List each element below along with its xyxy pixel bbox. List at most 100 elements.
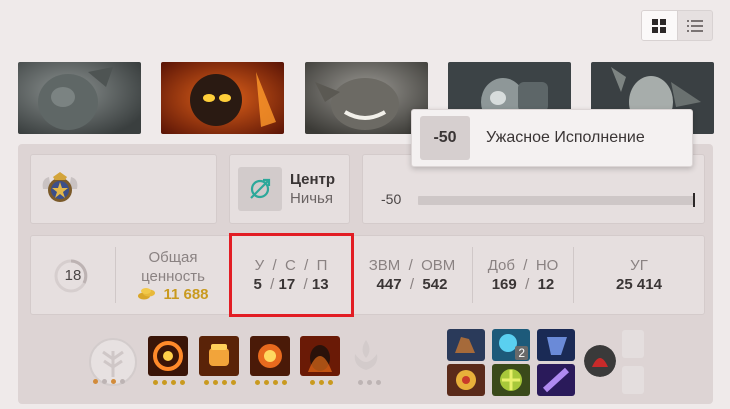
rank-card: [30, 154, 217, 224]
item-slot-1[interactable]: [447, 329, 485, 361]
hero-portrait-3[interactable]: [305, 62, 428, 134]
net-worth-value: 11 688: [163, 285, 209, 303]
item-slot-2[interactable]: 2: [492, 329, 530, 361]
hero-portrait-2[interactable]: [161, 62, 284, 134]
level-dot: [231, 380, 236, 385]
lane-text: Центр Ничья: [290, 170, 335, 208]
deaths-value: 17: [278, 276, 296, 293]
net-worth-label-line2: ценность: [141, 267, 205, 285]
talent-dot: [120, 379, 125, 384]
lh-dn-stat: Доб / НО 169 / 12: [473, 256, 573, 294]
level-dot: [255, 380, 260, 385]
talent-dot: [93, 379, 98, 384]
kda-label-sep-2: /: [304, 257, 309, 274]
death-label: С: [284, 257, 296, 274]
assists-value: 13: [311, 276, 329, 293]
ability-icon-1[interactable]: [148, 336, 188, 376]
last-hits-label: Доб: [487, 257, 515, 274]
item-slot-3[interactable]: [537, 329, 575, 361]
xpm-gpm-stat: ЗВМ / ОВМ 447 / 542: [352, 256, 472, 294]
level-dot: [328, 380, 333, 385]
grid-icon: [652, 18, 667, 33]
level-dot: [153, 380, 158, 385]
hero-damage-value: 25 414: [616, 276, 662, 293]
item-charges-badge: 2: [515, 346, 528, 360]
xpm-value: 447: [376, 276, 402, 293]
level-dot: [204, 380, 209, 385]
last-hits-value: 169: [491, 276, 517, 293]
lane-title: Центр: [290, 171, 336, 188]
item-slot-5[interactable]: [492, 364, 530, 396]
kda-stat: У / С / П 5 / 17 / 13: [231, 256, 351, 294]
kda-label-sep-1: /: [272, 257, 277, 274]
lh-dn-label-sep: /: [523, 257, 528, 274]
kda-values: 5 / 17 / 13: [253, 275, 328, 294]
level-dot: [222, 380, 227, 385]
lane-target-icon: [250, 178, 271, 199]
kda-value-sep-1: /: [270, 276, 275, 293]
level-dot: [376, 380, 381, 385]
ability-2-level-dots: [204, 380, 236, 385]
denies-value: 12: [537, 276, 555, 293]
talent-dot: [111, 379, 116, 384]
performance-score-value: -50: [381, 191, 402, 207]
net-worth-row: 11 688: [137, 285, 209, 303]
kda-labels: У / С / П: [255, 256, 328, 275]
neutral-item-slot[interactable]: [584, 345, 616, 377]
stats-row: 18 Общая ценность 11 688 У / С / П 5 / 1…: [30, 235, 705, 315]
xpm-gpm-label-sep: /: [408, 257, 413, 274]
ability-icon-2[interactable]: [199, 336, 239, 376]
empty-slot: [622, 366, 644, 394]
hero-portrait-1[interactable]: [18, 62, 141, 134]
list-view-button[interactable]: [678, 11, 713, 40]
talent-dots: [93, 379, 125, 384]
net-worth-stat: Общая ценность 11 688: [116, 248, 230, 303]
level-dot: [162, 380, 167, 385]
lh-dn-values: 169 / 12: [492, 275, 555, 294]
hero-damage-label: УГ: [630, 257, 648, 274]
tooltip-performance-text: Ужасное Исполнение: [486, 129, 645, 146]
view-toggle: [641, 10, 713, 41]
level-dot: [264, 380, 269, 385]
ability-4-level-dots: [310, 380, 333, 385]
xpm-gpm-value-sep: /: [409, 276, 415, 293]
level-stat: 18: [31, 259, 115, 293]
ability-icon-3[interactable]: [250, 336, 290, 376]
kills-value: 5: [253, 276, 262, 293]
xpm-gpm-values: 447 / 542: [377, 275, 448, 294]
lane-card: Центр Ничья: [229, 154, 350, 224]
lane-result: Ничья: [290, 190, 333, 207]
level-value: 18: [64, 266, 82, 284]
tooltip-score-badge: -50: [420, 116, 470, 160]
gold-coins-icon: [138, 288, 156, 300]
level-dot: [273, 380, 278, 385]
gpm-label: ОВМ: [421, 257, 456, 274]
performance-score-bar-end: [693, 193, 695, 207]
level-dot: [282, 380, 287, 385]
gpm-value: 542: [422, 276, 448, 293]
level-dot: [180, 380, 185, 385]
assist-label: П: [316, 257, 328, 274]
item-slot-6[interactable]: [537, 364, 575, 396]
kill-label: У: [254, 257, 265, 274]
level-dot: [310, 380, 315, 385]
performance-tooltip: -50 Ужасное Исполнение: [411, 109, 693, 167]
level-dot: [319, 380, 324, 385]
lh-dn-labels: Доб / НО: [488, 256, 559, 275]
level-dot: [367, 380, 372, 385]
ability-icon-4[interactable]: [300, 336, 340, 376]
rank-medal-icon: [42, 172, 78, 202]
grid-view-button[interactable]: [642, 11, 678, 40]
xpm-gpm-labels: ЗВМ / ОВМ: [369, 256, 456, 275]
level-dot: [213, 380, 218, 385]
level-dot: [171, 380, 176, 385]
hero-damage-stat: УГ 25 414: [574, 256, 704, 294]
item-slot-4[interactable]: [447, 364, 485, 396]
talent-dot: [102, 379, 107, 384]
lh-dn-value-sep: /: [525, 276, 530, 293]
denies-label: НО: [535, 257, 559, 274]
ability-1-level-dots: [153, 380, 185, 385]
empty-slot: [622, 330, 644, 358]
ability-3-level-dots: [255, 380, 287, 385]
lane-icon-container: [238, 167, 282, 211]
